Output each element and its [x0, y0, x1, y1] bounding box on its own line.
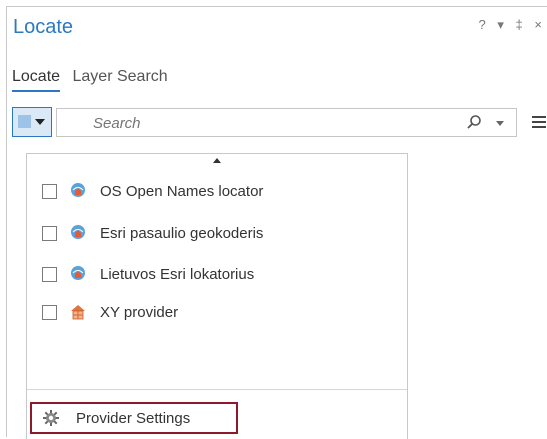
menu-icon[interactable] — [532, 113, 546, 129]
close-icon[interactable]: × — [534, 17, 546, 32]
list-item-provider[interactable]: XY provider — [42, 300, 178, 324]
provider-checkbox[interactable] — [42, 183, 57, 199]
tab-bar: Locate Layer Search — [12, 68, 176, 92]
pane-title-controls: ? ▾ ‡ × — [479, 17, 546, 33]
list-item-provider[interactable]: OS Open Names locator — [42, 179, 263, 203]
search-options-chevron-icon[interactable] — [496, 121, 504, 126]
search-icon[interactable] — [466, 114, 482, 130]
list-item-provider[interactable]: Esri pasaulio geokoderis — [42, 221, 263, 245]
scroll-up-icon[interactable] — [213, 158, 221, 163]
options-dropdown-icon[interactable]: ▾ — [497, 17, 508, 33]
search-input[interactable] — [91, 109, 475, 137]
xy-provider-icon — [71, 305, 85, 320]
provider-settings-button[interactable]: Provider Settings — [30, 402, 238, 434]
provider-label: XY provider — [100, 303, 179, 321]
chevron-down-icon — [35, 119, 45, 125]
divider — [27, 389, 407, 390]
locator-globe-icon — [71, 183, 85, 197]
provider-label: Esri pasaulio geokoderis — [100, 224, 264, 242]
search-box — [56, 108, 517, 137]
help-icon[interactable]: ? — [479, 17, 490, 32]
locate-pane: Locate ? ▾ ‡ × Locate Layer Search Searc… — [6, 6, 547, 439]
tab-layer-search[interactable]: Layer Search — [73, 68, 168, 90]
list-item-provider[interactable]: Lietuvos Esri lokatorius — [42, 262, 254, 286]
provider-label: Lietuvos Esri lokatorius — [100, 265, 255, 283]
gear-icon — [43, 410, 59, 426]
provider-checkbox[interactable] — [42, 225, 57, 241]
provider-icon — [18, 115, 31, 128]
provider-checkbox[interactable] — [42, 266, 57, 282]
provider-dropdown-list: OS Open Names locator Esri pasaulio geok… — [26, 153, 408, 439]
locator-globe-icon — [71, 266, 85, 280]
pin-icon[interactable]: ‡ — [516, 17, 527, 32]
pane-title: Locate — [13, 16, 74, 38]
locator-globe-icon — [71, 225, 85, 239]
tab-locate[interactable]: Locate — [12, 68, 61, 92]
provider-label: OS Open Names locator — [100, 182, 264, 200]
provider-settings-label: Provider Settings — [76, 409, 191, 427]
provider-checkbox[interactable] — [42, 304, 57, 320]
provider-dropdown-button[interactable] — [12, 107, 52, 137]
